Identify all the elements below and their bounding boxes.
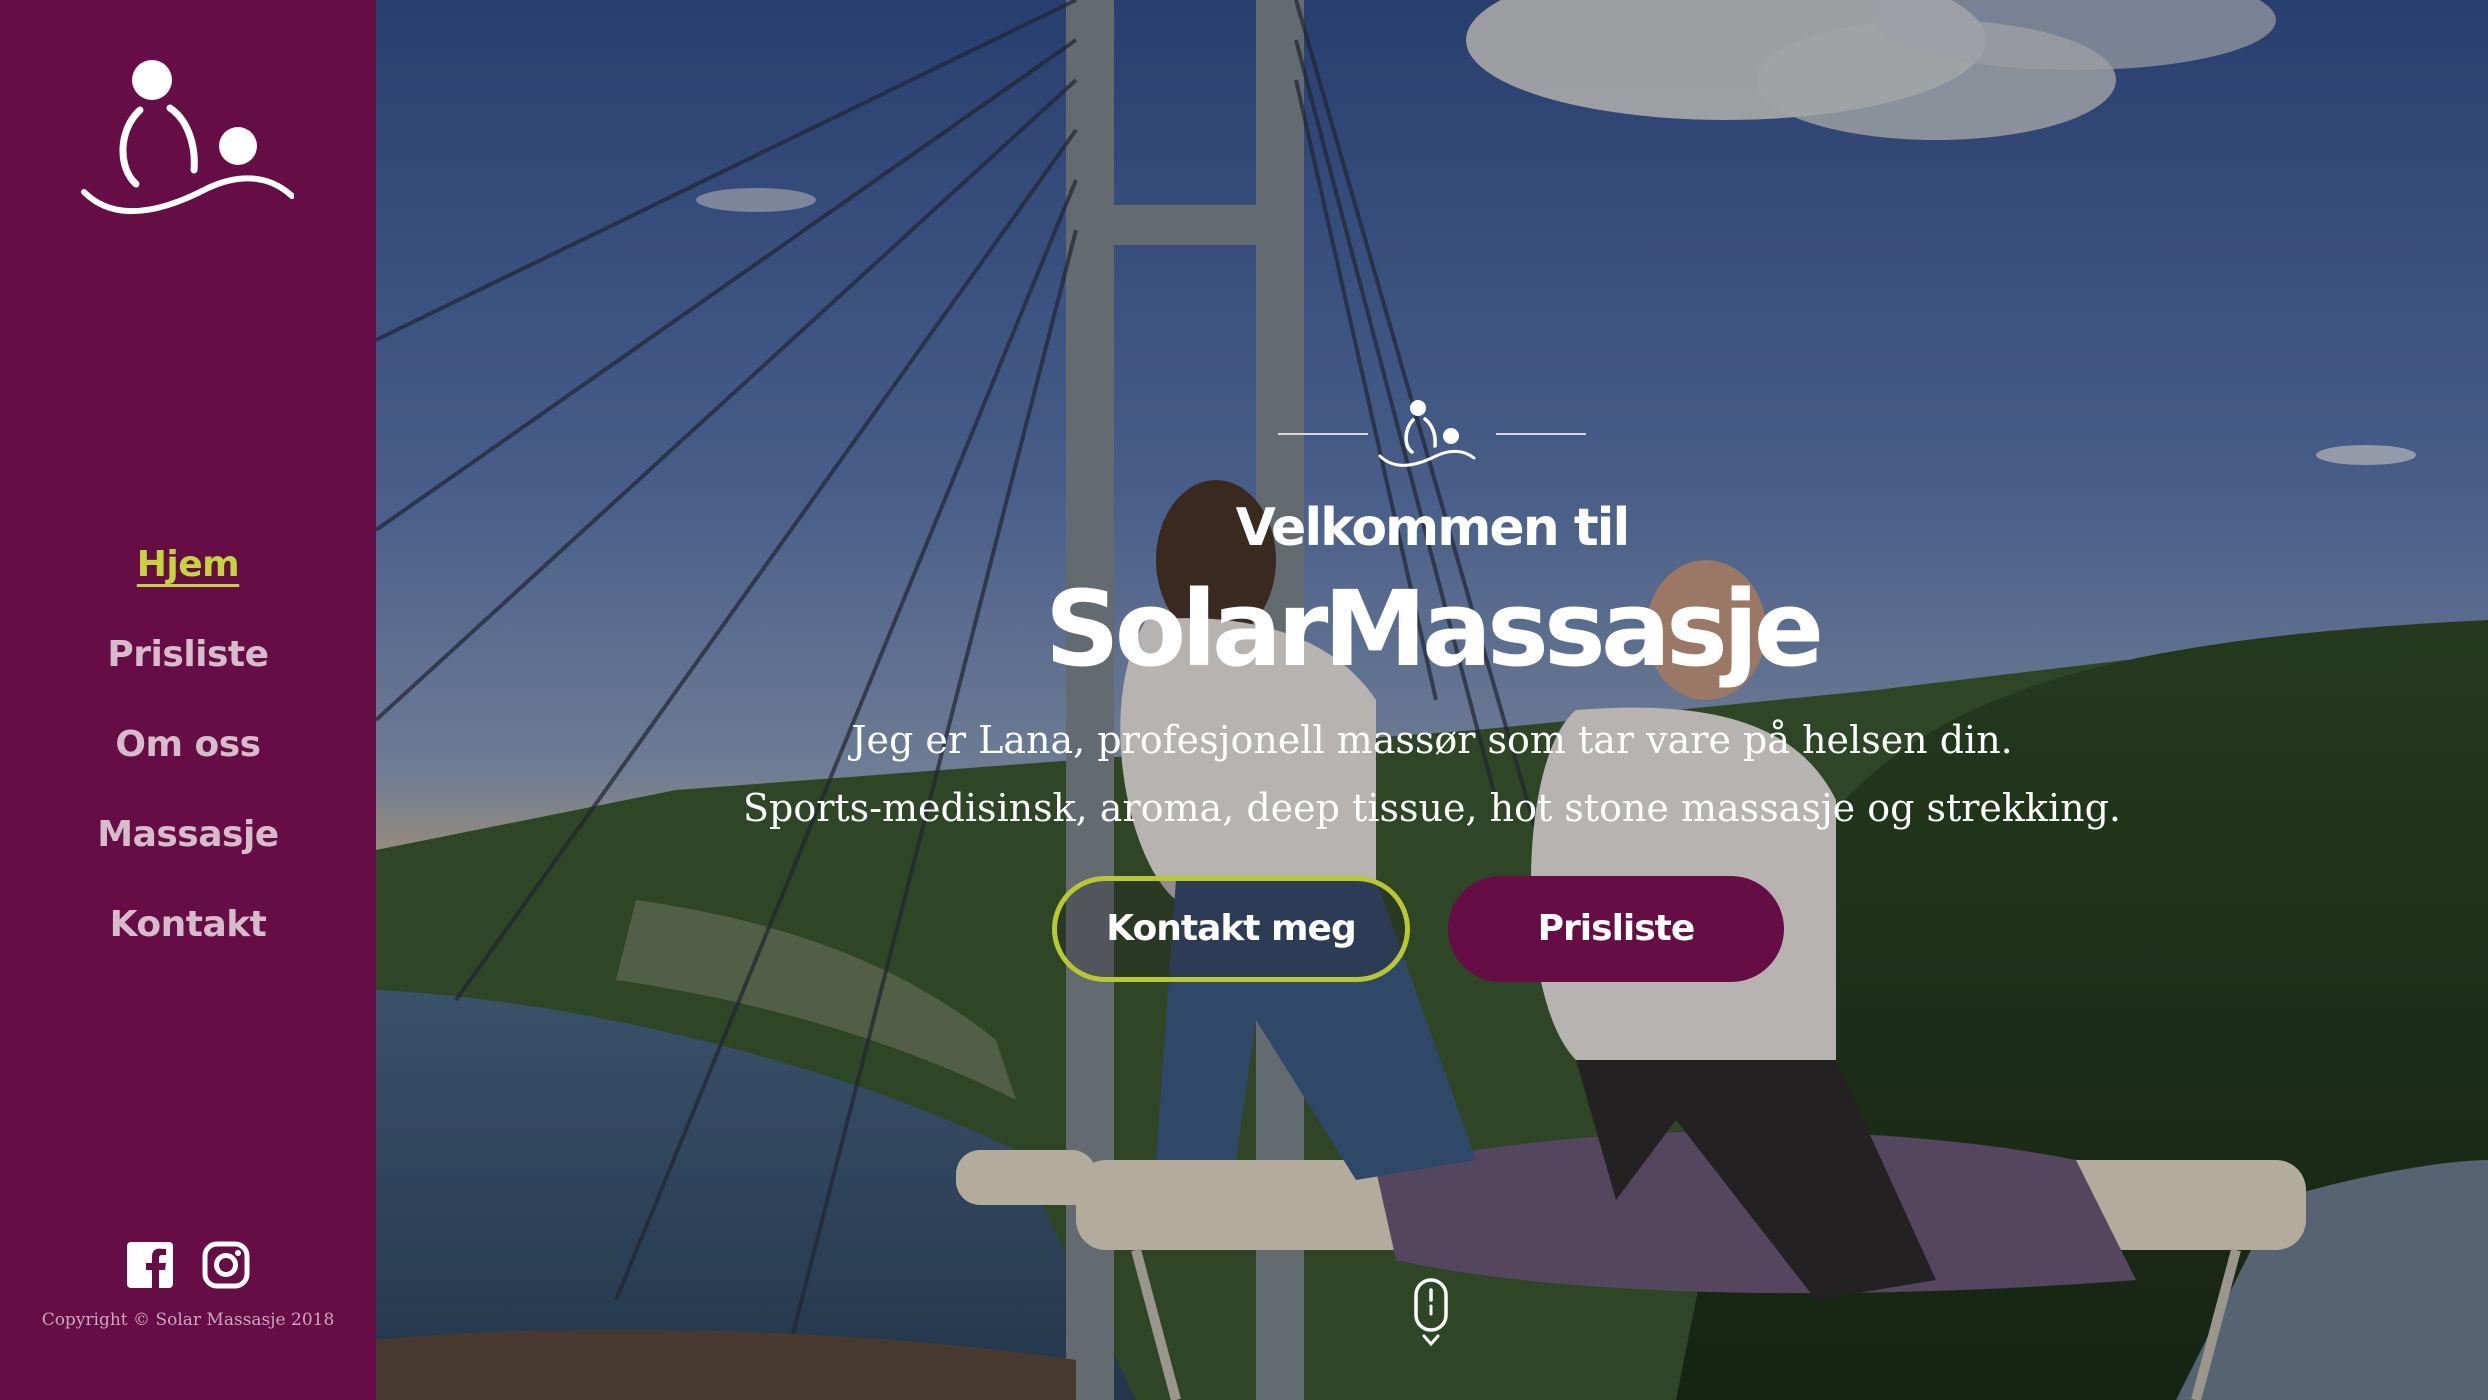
hero-content: Velkommen til SolarMassasje Jeg er Lana,… bbox=[376, 0, 2488, 1400]
hero-section: Velkommen til SolarMassasje Jeg er Lana,… bbox=[376, 0, 2488, 1400]
facebook-icon[interactable] bbox=[125, 1240, 175, 1290]
nav-item-om-oss[interactable]: Om oss bbox=[0, 700, 376, 790]
scroll-down-mouse-icon[interactable] bbox=[1412, 1278, 1452, 1348]
price-list-button[interactable]: Prisliste bbox=[1448, 876, 1784, 982]
social-links bbox=[0, 1240, 376, 1290]
nav-item-kontakt[interactable]: Kontakt bbox=[0, 880, 376, 970]
small-massage-logo-icon bbox=[1278, 400, 1586, 467]
main-nav: Hjem Prisliste Om oss Massasje Kontakt bbox=[0, 520, 376, 970]
tagline-line-1: Jeg er Lana, profesjonell massør som tar… bbox=[851, 718, 2013, 762]
welcome-heading: Velkommen til bbox=[1235, 498, 1631, 558]
contact-me-button[interactable]: Kontakt meg bbox=[1052, 876, 1410, 982]
sidebar: Hjem Prisliste Om oss Massasje Kontakt C… bbox=[0, 0, 376, 1400]
tagline-line-2: Sports-medisinsk, aroma, deep tissue, ho… bbox=[742, 786, 2121, 830]
nav-item-hjem[interactable]: Hjem bbox=[0, 520, 376, 610]
brand-title: SolarMassasje bbox=[1044, 568, 1824, 690]
massage-logo-icon[interactable] bbox=[78, 58, 294, 228]
instagram-icon[interactable] bbox=[201, 1240, 251, 1290]
copyright-text: Copyright © Solar Massasje 2018 bbox=[41, 1310, 335, 1330]
nav-item-prisliste[interactable]: Prisliste bbox=[0, 610, 376, 700]
nav-item-massasje[interactable]: Massasje bbox=[0, 790, 376, 880]
